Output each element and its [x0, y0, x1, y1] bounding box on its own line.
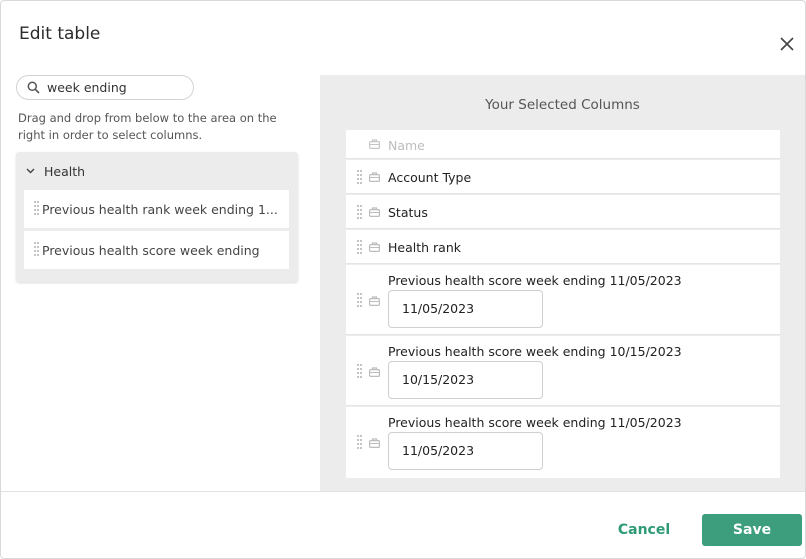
selected-columns-title: Your Selected Columns [485, 97, 640, 113]
briefcase-icon [369, 296, 380, 306]
drag-handle-icon[interactable] [357, 170, 362, 185]
drag-handle-icon[interactable] [357, 364, 362, 379]
group-label: Health [44, 163, 86, 179]
dialog-title: Edit table [19, 24, 101, 44]
briefcase-icon [369, 172, 380, 182]
selected-columns-panel: Your Selected Columns Name Account Type … [320, 75, 805, 492]
field-item-label: Previous health rank week ending 1... [42, 201, 278, 217]
chevron-down-icon [26, 166, 40, 177]
drag-handle-icon[interactable] [357, 240, 362, 255]
drag-handle-icon [34, 201, 39, 215]
search-box [16, 75, 194, 100]
drag-handle-icon[interactable] [357, 205, 362, 220]
field-item[interactable]: Previous health rank week ending 1... [24, 190, 289, 228]
column-label: Status [388, 205, 428, 220]
column-name-placeholder: Name [388, 138, 425, 153]
drag-hint: Drag and drop from below to the area on … [18, 111, 277, 142]
cancel-button[interactable]: Cancel [605, 514, 683, 546]
selected-column-row[interactable]: Previous health score week ending 11/05/… [346, 407, 780, 478]
briefcase-icon [369, 207, 380, 217]
selected-column-row[interactable]: Account Type [346, 160, 780, 194]
search-input[interactable] [47, 78, 187, 97]
search-icon [27, 81, 40, 94]
briefcase-icon [369, 438, 380, 448]
drag-handle-icon [34, 242, 39, 256]
date-input[interactable]: 10/15/2023 [388, 361, 543, 399]
group-toggle[interactable]: Health [26, 162, 85, 180]
footer-divider [1, 491, 805, 492]
date-input[interactable]: 11/05/2023 [388, 290, 543, 328]
column-label: Previous health score week ending 11/05/… [388, 273, 682, 288]
drag-handle-icon[interactable] [357, 293, 362, 308]
edit-table-dialog: Edit table Drag and drop from below to t… [0, 0, 806, 559]
column-label: Health rank [388, 240, 461, 255]
field-item-label: Previous health score week ending [42, 242, 260, 258]
selected-column-row[interactable]: Previous health score week ending 11/05/… [346, 265, 780, 335]
field-group-health: Health Previous health rank week ending … [16, 152, 298, 282]
selected-column-row[interactable]: Health rank [346, 230, 780, 264]
placeholder-row: Name [346, 130, 780, 159]
column-label: Account Type [388, 170, 472, 185]
close-icon[interactable] [777, 34, 797, 54]
date-input[interactable]: 11/05/2023 [388, 432, 543, 470]
column-label: Previous health score week ending 10/15/… [388, 344, 682, 359]
briefcase-icon [369, 367, 380, 377]
column-label: Previous health score week ending 11/05/… [388, 415, 682, 430]
briefcase-icon [369, 139, 380, 149]
selected-column-row[interactable]: Status [346, 195, 780, 229]
briefcase-icon [369, 242, 380, 252]
field-item[interactable]: Previous health score week ending [24, 231, 289, 269]
drag-handle-icon[interactable] [357, 435, 362, 450]
selected-column-row[interactable]: Previous health score week ending 10/15/… [346, 336, 780, 406]
save-button[interactable]: Save [702, 514, 802, 546]
